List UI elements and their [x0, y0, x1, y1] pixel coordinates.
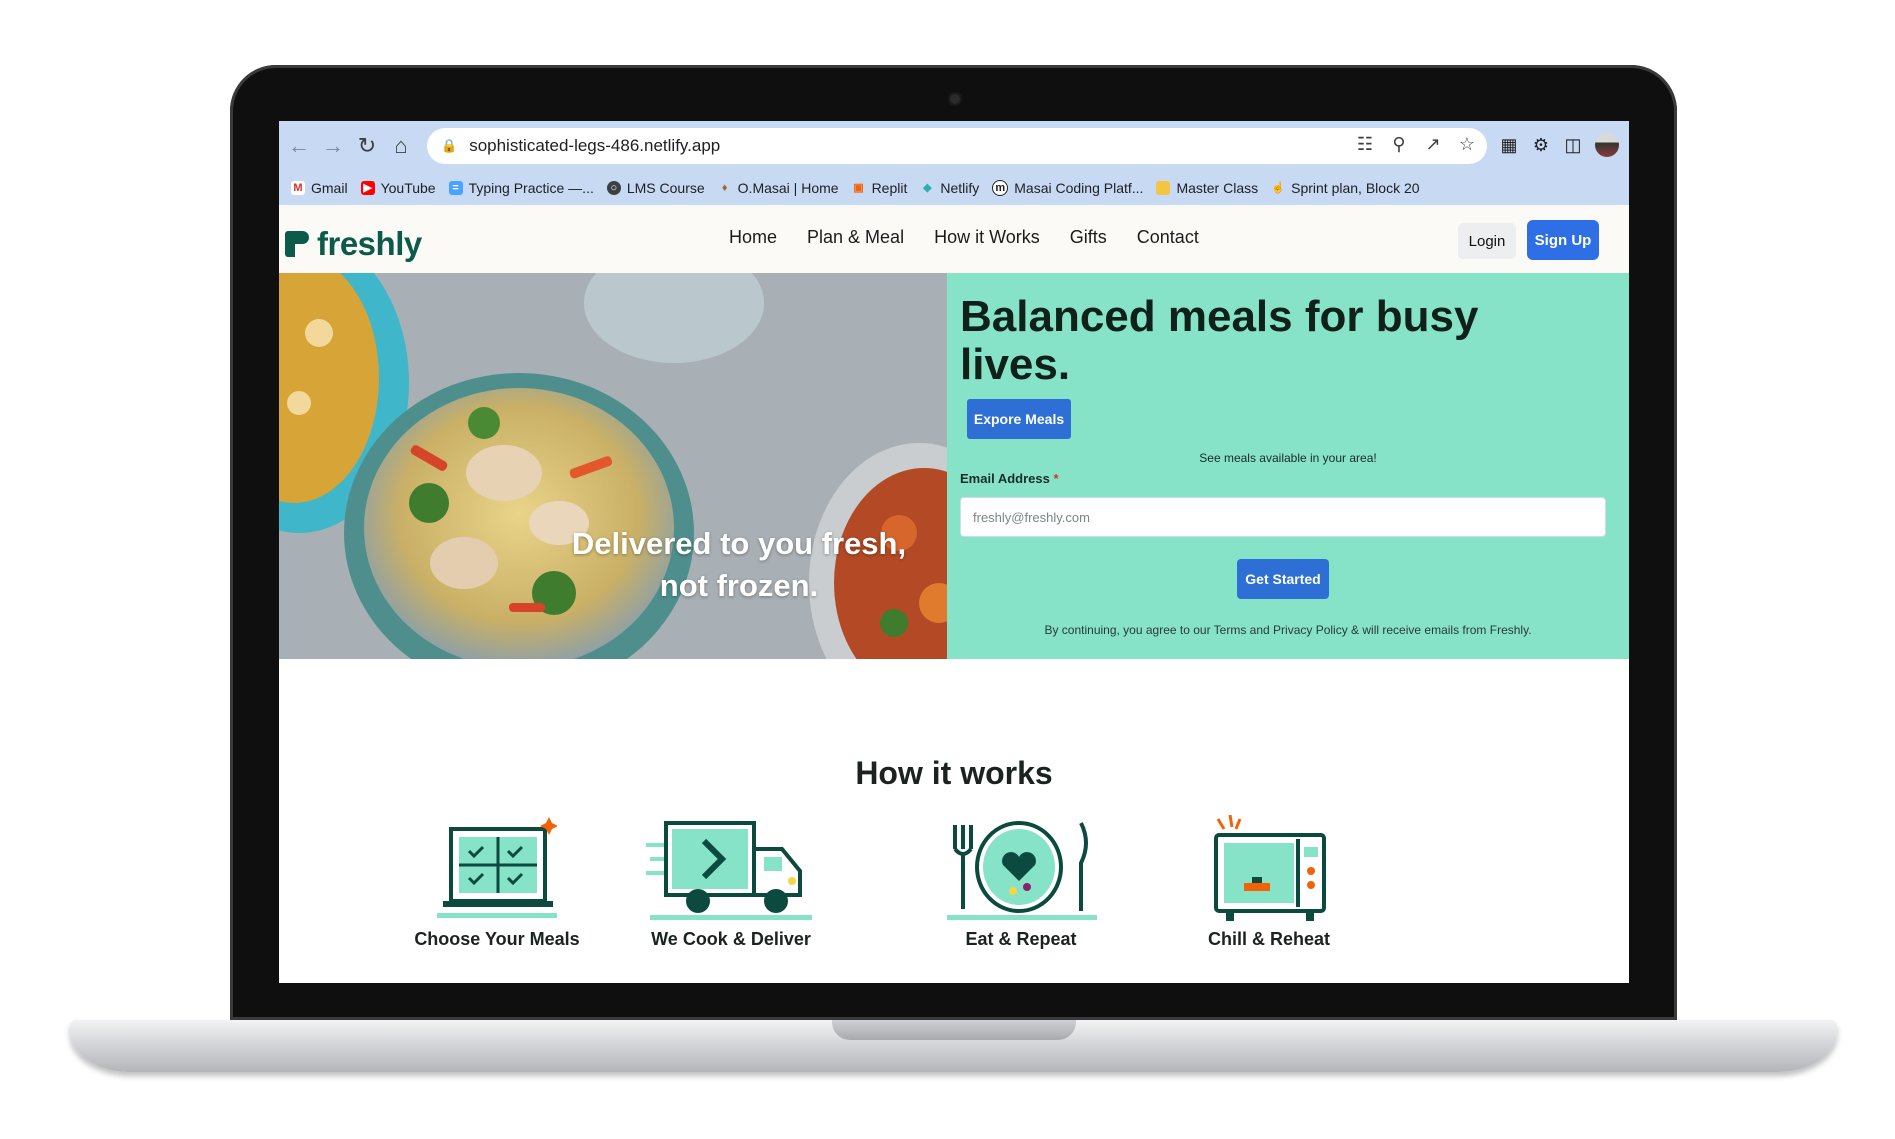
- step-chill-reheat: Chill & Reheat: [1169, 815, 1369, 950]
- step-label: We Cook & Deliver: [651, 929, 811, 949]
- email-input[interactable]: [960, 497, 1606, 537]
- bookmark-masai-home[interactable]: ♦ O.Masai | Home: [718, 180, 839, 196]
- freshly-logo-icon: [285, 231, 309, 257]
- logo-text: freshly: [317, 225, 422, 262]
- gmail-icon: M: [291, 181, 305, 195]
- email-label-text: Email Address: [960, 471, 1050, 486]
- extensions-area: ▦ ⚙ ◫ ⋮: [1499, 133, 1629, 157]
- nav-gifts[interactable]: Gifts: [1070, 227, 1107, 248]
- omnibox-actions: ☷ ⚲ ↗ ☆: [1355, 134, 1477, 155]
- step-eat-repeat: Eat & Repeat: [921, 815, 1121, 950]
- step-label: Chill & Reheat: [1207, 929, 1331, 949]
- url-text[interactable]: sophisticated-legs-486.netlify.app: [469, 136, 720, 156]
- hand-icon: ☝: [1271, 182, 1285, 194]
- profile-avatar[interactable]: [1595, 133, 1619, 157]
- bookmark-label: Gmail: [311, 180, 348, 196]
- youtube-icon: ▶: [360, 181, 375, 195]
- home-icon[interactable]: ⌂: [387, 132, 415, 160]
- masai-icon: m: [992, 180, 1009, 196]
- bookmark-star-icon[interactable]: ☆: [1457, 134, 1477, 155]
- site-logo[interactable]: freshly: [285, 225, 422, 263]
- translate-icon[interactable]: ☷: [1355, 134, 1375, 155]
- explore-meals-button[interactable]: Expore Meals: [967, 399, 1071, 439]
- screen: ← → ↻ ⌂ 🔒 sophisticated-legs-486.netlify…: [279, 121, 1629, 983]
- delivery-truck-icon: [646, 821, 812, 920]
- bookmark-gmail[interactable]: M Gmail: [291, 180, 348, 196]
- tagline-line-1: Delivered to you fresh,: [571, 526, 907, 561]
- tagline-line-2: not frozen.: [659, 568, 819, 603]
- netlify-icon: ◆: [923, 182, 932, 194]
- bookmark-label: LMS Course: [626, 180, 705, 196]
- nav-contact[interactable]: Contact: [1137, 227, 1199, 248]
- calendar-check-icon: [437, 817, 557, 918]
- nav-home[interactable]: Home: [729, 227, 777, 248]
- bookmark-label: Typing Practice —...: [468, 180, 594, 196]
- plate-heart-icon: [947, 821, 1097, 920]
- bookmark-label: Netlify: [940, 180, 980, 196]
- folder-icon: [1156, 181, 1171, 195]
- hero-tagline: Delivered to you fresh, not frozen.: [569, 523, 909, 607]
- bookmark-master-class[interactable]: Master Class: [1156, 180, 1258, 196]
- terms-disclaimer: By continuing, you agree to our Terms an…: [1044, 623, 1532, 637]
- address-bar[interactable]: 🔒 sophisticated-legs-486.netlify.app ☷ ⚲…: [427, 128, 1487, 164]
- pin-icon: ♦: [721, 182, 728, 194]
- required-asterisk: *: [1053, 471, 1059, 486]
- step-label: Eat & Repeat: [965, 929, 1077, 949]
- extension-icon[interactable]: ▦: [1499, 135, 1519, 156]
- nav-how-it-works[interactable]: How it Works: [934, 227, 1040, 248]
- step-label: Choose Your Meals: [414, 929, 580, 949]
- bookmark-label: YouTube: [380, 180, 436, 196]
- bookmark-replit[interactable]: ▣ Replit: [852, 180, 908, 196]
- typing-icon: =: [448, 181, 463, 195]
- bookmark-masai-coding[interactable]: m Masai Coding Platf...: [992, 180, 1143, 196]
- bookmark-label: Sprint plan, Block 20: [1291, 180, 1420, 196]
- share-icon[interactable]: ↗: [1423, 134, 1443, 155]
- replit-icon: ▣: [853, 182, 864, 194]
- site-header: freshly Home Plan & Meal How it Works Gi…: [279, 205, 1629, 273]
- browser-toolbar: ← → ↻ ⌂ 🔒 sophisticated-legs-486.netlify…: [279, 121, 1629, 171]
- see-meals-text: See meals available in your area!: [1199, 451, 1377, 465]
- side-panel-icon[interactable]: ◫: [1563, 135, 1583, 156]
- get-started-button[interactable]: Get Started: [1237, 559, 1329, 599]
- microwave-icon: [1214, 815, 1326, 921]
- bookmark-youtube[interactable]: ▶ YouTube: [360, 180, 436, 196]
- step-choose-meals: Choose Your Meals: [397, 815, 597, 950]
- login-button[interactable]: Login: [1458, 223, 1516, 259]
- bookmark-label: O.Masai | Home: [737, 180, 839, 196]
- bookmark-sprint-plan[interactable]: ☝ Sprint plan, Block 20: [1271, 180, 1419, 196]
- email-label: Email Address *: [960, 471, 1059, 486]
- hero-signup-panel: Balanced meals for busy lives. Expore Me…: [947, 273, 1629, 659]
- hero-food-image: Delivered to you fresh, not frozen.: [279, 273, 947, 659]
- signup-button[interactable]: Sign Up: [1527, 220, 1599, 260]
- zoom-icon[interactable]: ⚲: [1389, 134, 1409, 155]
- bookmarks-bar: M Gmail ▶ YouTube = Typing Practice —...…: [279, 171, 1629, 205]
- nav-plan-meal[interactable]: Plan & Meal: [807, 227, 904, 248]
- step-cook-deliver: We Cook & Deliver: [631, 815, 831, 950]
- reload-icon[interactable]: ↻: [353, 132, 381, 160]
- bookmark-netlify[interactable]: ◆ Netlify: [920, 180, 979, 196]
- main-nav: Home Plan & Meal How it Works Gifts Cont…: [729, 227, 1199, 248]
- bookmark-label: Masai Coding Platf...: [1014, 180, 1144, 196]
- laptop-notch: [832, 1020, 1076, 1040]
- bookmark-label: Master Class: [1176, 180, 1259, 196]
- puzzle-icon[interactable]: ⚙: [1531, 135, 1551, 156]
- how-it-works-title: How it works: [855, 755, 1053, 791]
- back-icon[interactable]: ←: [285, 132, 313, 160]
- bookmark-lms-course[interactable]: ○ LMS Course: [606, 180, 705, 196]
- bookmark-label: Replit: [871, 180, 908, 196]
- forward-icon[interactable]: →: [319, 132, 347, 160]
- globe-icon: ○: [606, 181, 621, 195]
- lock-icon[interactable]: 🔒: [441, 138, 457, 154]
- webcam: [950, 94, 960, 104]
- hero-title: Balanced meals for busy lives.: [960, 292, 1479, 389]
- bookmark-typing-practice[interactable]: = Typing Practice —...: [448, 180, 594, 196]
